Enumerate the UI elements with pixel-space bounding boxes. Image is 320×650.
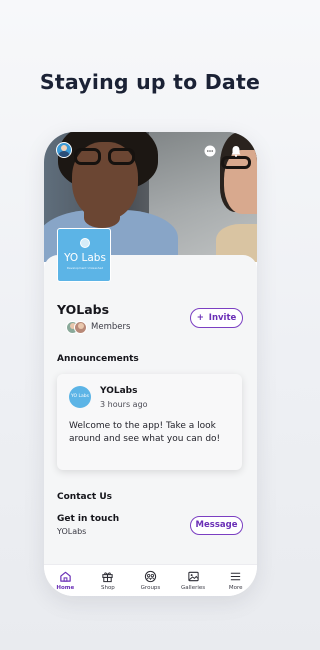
nav-galleries[interactable]: Galleries <box>174 570 212 591</box>
image-icon <box>187 571 199 582</box>
group-title: YOLabs <box>57 302 110 317</box>
logo-mark-icon <box>80 238 90 248</box>
nav-groups[interactable]: Groups <box>131 570 169 591</box>
bottom-nav: Home Shop Groups Galleries More <box>44 564 257 596</box>
home-icon <box>60 571 71 582</box>
menu-icon <box>231 572 241 581</box>
members-label: Members <box>91 322 131 332</box>
chat-icon[interactable] <box>203 143 217 157</box>
announcement-body: Welcome to the app! Take a look around a… <box>69 421 221 444</box>
announcement-author: YOLabs <box>100 386 138 396</box>
profile-avatar[interactable] <box>56 142 72 158</box>
group-logo: YO Labs Development Unleashed <box>57 228 111 282</box>
invite-button[interactable]: + Invite <box>190 308 243 328</box>
plus-icon: + <box>196 313 204 323</box>
announcements-heading: Announcements <box>57 354 139 364</box>
phone-screen: YO Labs Development Unleashed YOLabs Mem… <box>44 132 257 596</box>
message-button[interactable]: Message <box>190 516 243 535</box>
nav-more[interactable]: More <box>217 570 255 591</box>
groups-icon <box>144 570 157 583</box>
announcement-card[interactable]: YO Labs YOLabs 3 hours ago Welcome to th… <box>57 374 242 470</box>
nav-home[interactable]: Home <box>46 570 84 591</box>
gift-icon <box>102 572 114 583</box>
members-link[interactable]: Members <box>66 320 130 334</box>
get-in-touch-title: Get in touch <box>57 514 120 524</box>
announcement-time: 3 hours ago <box>100 400 148 409</box>
bell-icon[interactable] <box>229 143 243 157</box>
page-headline: Staying up to Date <box>39 70 261 94</box>
contact-heading: Contact Us <box>57 492 113 502</box>
member-avatar <box>74 320 87 334</box>
announcement-avatar: YO Labs <box>69 386 91 408</box>
get-in-touch-subtitle: YOLabs <box>57 527 87 536</box>
nav-shop[interactable]: Shop <box>89 570 127 591</box>
